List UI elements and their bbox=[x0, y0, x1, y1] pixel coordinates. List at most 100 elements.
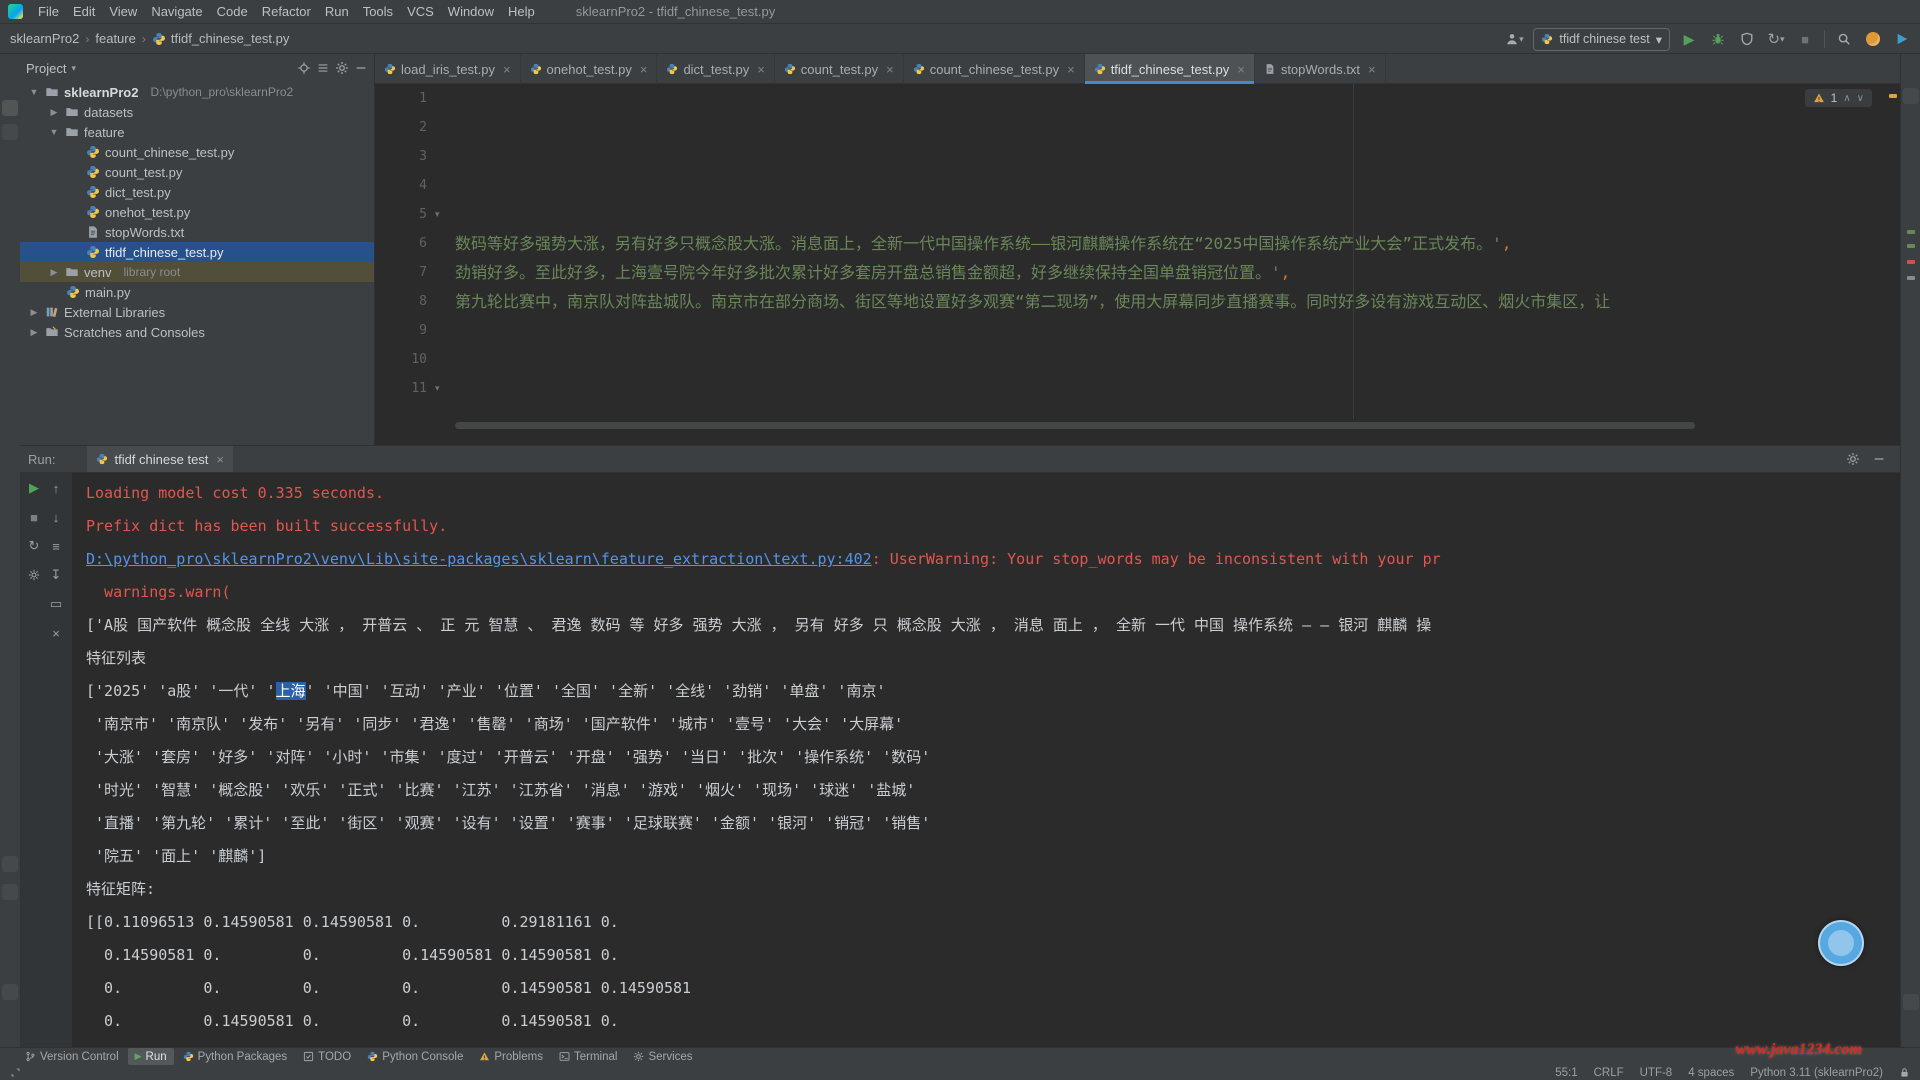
tree-item-onehot-test[interactable]: onehot_test.py bbox=[20, 202, 374, 222]
rerun-button[interactable]: ▶ bbox=[24, 478, 44, 498]
sciview-stripe-button[interactable] bbox=[2, 984, 18, 1000]
orange-badge-icon[interactable] bbox=[1863, 29, 1883, 49]
tab-tfidf-chinese-test[interactable]: tfidf_chinese_test.py× bbox=[1085, 54, 1255, 84]
gear-icon[interactable] bbox=[335, 61, 349, 75]
chevron-down-icon[interactable]: ▼ bbox=[48, 127, 60, 137]
tab-count-chinese-test[interactable]: count_chinese_test.py× bbox=[904, 54, 1085, 84]
menu-help[interactable]: Help bbox=[501, 4, 542, 19]
up-stack-icon[interactable]: ↑ bbox=[46, 478, 66, 498]
search-everywhere-icon[interactable] bbox=[1834, 29, 1854, 49]
fold-marker[interactable]: ▾ bbox=[435, 200, 440, 229]
clear-console-icon[interactable]: × bbox=[46, 623, 66, 643]
tab-load-iris-test[interactable]: load_iris_test.py× bbox=[375, 54, 521, 84]
menu-run[interactable]: Run bbox=[318, 4, 356, 19]
tree-item-datasets[interactable]: ▶ datasets bbox=[20, 102, 374, 122]
collapse-all-icon[interactable] bbox=[316, 61, 330, 75]
services-button[interactable]: Services bbox=[626, 1048, 699, 1065]
run-config-selector[interactable]: tfidf chinese test ▾ bbox=[1533, 28, 1670, 51]
ide-plugin-icon[interactable] bbox=[1892, 29, 1912, 49]
database-stripe-button[interactable] bbox=[1903, 994, 1919, 1010]
soft-wrap-icon[interactable]: ≡ bbox=[46, 536, 66, 556]
close-icon[interactable]: × bbox=[216, 452, 224, 467]
floating-chat-button[interactable] bbox=[1818, 920, 1864, 966]
tree-item-dict-test[interactable]: dict_test.py bbox=[20, 182, 374, 202]
breadcrumb-folder[interactable]: feature bbox=[95, 31, 135, 46]
chevron-right-icon[interactable]: ▶ bbox=[28, 327, 40, 338]
user-profile-icon[interactable]: ▾ bbox=[1504, 29, 1524, 49]
todo-button[interactable]: TODO bbox=[296, 1048, 358, 1065]
menu-file[interactable]: File bbox=[31, 4, 66, 19]
layout-corner-icon[interactable] bbox=[10, 1067, 21, 1078]
lock-icon[interactable] bbox=[1899, 1067, 1910, 1078]
notifications-stripe-button[interactable] bbox=[1903, 88, 1919, 104]
tree-item-tfidf-chinese-test[interactable]: tfidf_chinese_test.py bbox=[20, 242, 374, 262]
menu-edit[interactable]: Edit bbox=[66, 4, 102, 19]
tree-item-stopwords[interactable]: stopWords.txt bbox=[20, 222, 374, 242]
bookmarks-stripe-button[interactable] bbox=[2, 856, 18, 872]
scroll-to-end-icon[interactable]: ↧ bbox=[46, 565, 66, 585]
breadcrumb-project[interactable]: sklearnPro2 bbox=[10, 31, 79, 46]
chevron-right-icon[interactable]: ▶ bbox=[28, 307, 40, 318]
tab-count-test[interactable]: count_test.py× bbox=[775, 54, 904, 84]
breadcrumb-file[interactable]: tfidf_chinese_test.py bbox=[171, 31, 290, 46]
settings-gear-icon[interactable] bbox=[24, 565, 44, 585]
python-packages-button[interactable]: Python Packages bbox=[176, 1048, 295, 1065]
run-console-tab[interactable]: tfidf chinese test × bbox=[87, 446, 233, 472]
coverage-button[interactable] bbox=[1737, 29, 1757, 49]
tree-item-venv[interactable]: ▶ venv library root bbox=[20, 262, 374, 282]
menu-window[interactable]: Window bbox=[441, 4, 501, 19]
close-icon[interactable]: × bbox=[503, 62, 511, 77]
run-tool-button[interactable]: ▶Run bbox=[128, 1048, 174, 1065]
chevron-right-icon[interactable]: ▶ bbox=[48, 267, 60, 278]
project-stripe-button[interactable] bbox=[2, 100, 18, 116]
gear-icon[interactable] bbox=[1846, 452, 1860, 466]
run-button[interactable]: ▶ bbox=[1679, 29, 1699, 49]
console-output[interactable]: Loading model cost 0.335 seconds. Prefix… bbox=[72, 472, 1900, 1047]
project-panel-title[interactable]: Project bbox=[26, 61, 66, 76]
restart-icon[interactable]: ↻ bbox=[24, 536, 44, 556]
tree-item-main[interactable]: main.py bbox=[20, 282, 374, 302]
inspections-widget[interactable]: 1 ∧ ∨ bbox=[1805, 89, 1872, 107]
menu-refactor[interactable]: Refactor bbox=[255, 4, 318, 19]
commit-stripe-button[interactable] bbox=[2, 124, 18, 140]
prev-issue-icon[interactable]: ∧ bbox=[1843, 93, 1850, 104]
problems-button[interactable]: Problems bbox=[472, 1048, 550, 1065]
stop-button[interactable]: ■ bbox=[1795, 29, 1815, 49]
locate-file-icon[interactable] bbox=[297, 61, 311, 75]
hide-panel-icon[interactable] bbox=[1872, 452, 1886, 466]
close-icon[interactable]: × bbox=[757, 62, 765, 77]
tree-item-count-chinese-test[interactable]: count_chinese_test.py bbox=[20, 142, 374, 162]
tree-item-scratches[interactable]: ▶ Scratches and Consoles bbox=[20, 322, 374, 342]
version-control-button[interactable]: Version Control bbox=[18, 1048, 126, 1065]
structure-stripe-button[interactable] bbox=[2, 884, 18, 900]
code-editor[interactable]: 1 2 3 4 5 6 7 8 9 10 11 ▾ ▾ 数码等好多强势大涨，另有… bbox=[375, 84, 1900, 445]
tree-item-project-root[interactable]: ▼ sklearnPro2 D:\python_pro\sklearnPro2 bbox=[20, 82, 374, 102]
tab-dict-test[interactable]: dict_test.py× bbox=[657, 54, 774, 84]
fold-marker[interactable]: ▾ bbox=[435, 374, 440, 403]
hide-panel-icon[interactable] bbox=[354, 61, 368, 75]
python-interpreter[interactable]: Python 3.11 (sklearnPro2) bbox=[1750, 1067, 1883, 1079]
tree-item-external-libraries[interactable]: ▶ External Libraries bbox=[20, 302, 374, 322]
python-console-button[interactable]: Python Console bbox=[360, 1048, 470, 1065]
line-separator[interactable]: CRLF bbox=[1594, 1067, 1624, 1079]
tab-onehot-test[interactable]: onehot_test.py× bbox=[521, 54, 658, 84]
close-icon[interactable]: × bbox=[640, 62, 648, 77]
chevron-right-icon[interactable]: ▶ bbox=[48, 107, 60, 118]
chevron-down-icon[interactable]: ▼ bbox=[28, 87, 40, 97]
caret-position[interactable]: 55:1 bbox=[1555, 1067, 1577, 1079]
profiler-button[interactable]: ↻▾ bbox=[1766, 29, 1786, 49]
down-stack-icon[interactable]: ↓ bbox=[46, 507, 66, 527]
terminal-button[interactable]: Terminal bbox=[552, 1048, 624, 1065]
debug-button[interactable] bbox=[1708, 29, 1728, 49]
warning-stripe-mark[interactable] bbox=[1889, 94, 1897, 98]
menu-navigate[interactable]: Navigate bbox=[144, 4, 209, 19]
menu-view[interactable]: View bbox=[102, 4, 144, 19]
close-icon[interactable]: × bbox=[1368, 62, 1376, 77]
horizontal-scrollbar[interactable] bbox=[455, 422, 1695, 429]
close-icon[interactable]: × bbox=[886, 62, 894, 77]
close-icon[interactable]: × bbox=[1067, 62, 1075, 77]
menu-vcs[interactable]: VCS bbox=[400, 4, 441, 19]
close-icon[interactable]: × bbox=[1237, 62, 1245, 77]
menu-code[interactable]: Code bbox=[210, 4, 255, 19]
file-link[interactable]: D:\python_pro\sklearnPro2\venv\Lib\site-… bbox=[86, 550, 872, 568]
